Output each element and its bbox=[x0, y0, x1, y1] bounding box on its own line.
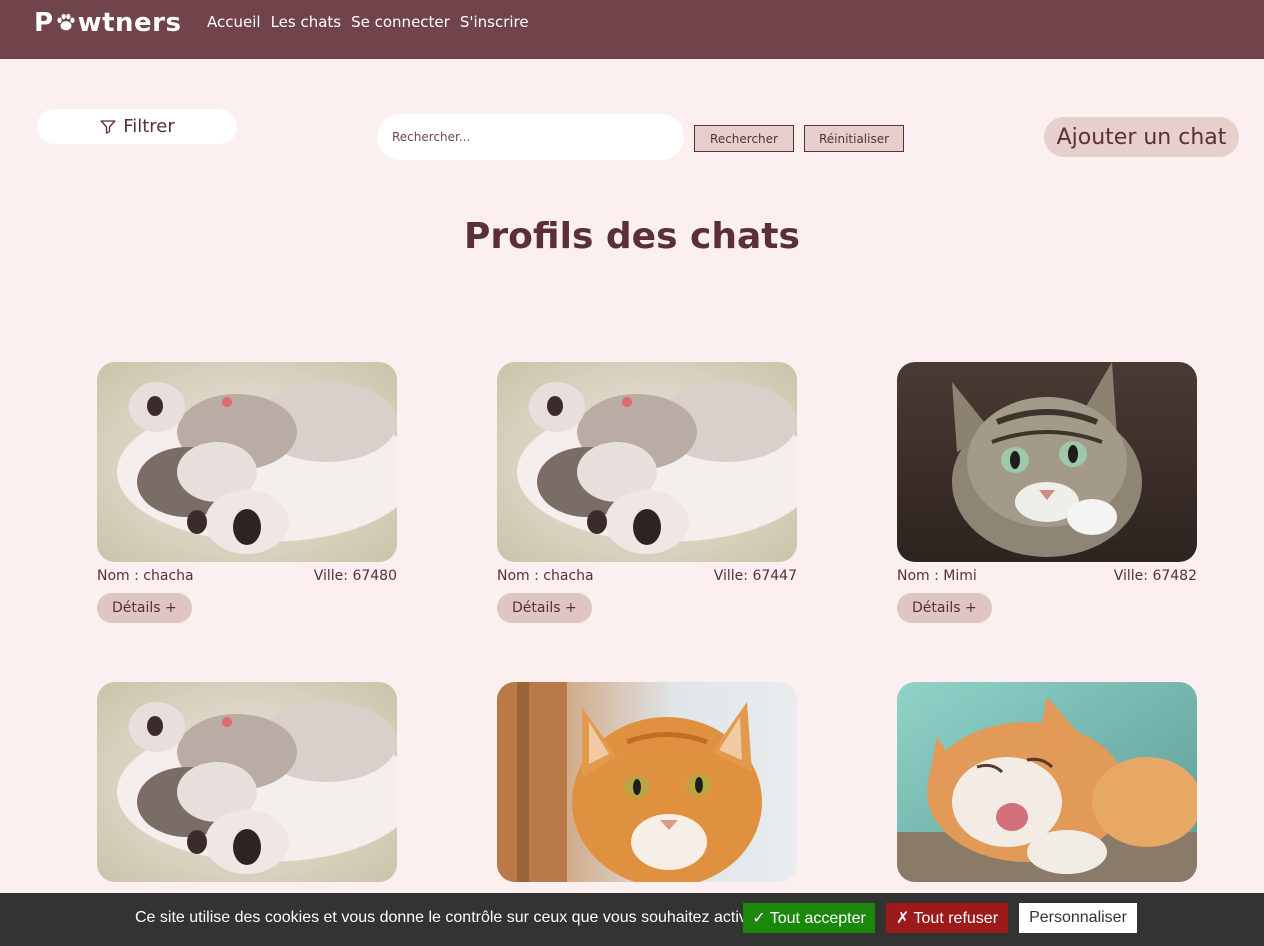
cat-card bbox=[97, 682, 397, 906]
cat-photo-kitten-sleeping[interactable] bbox=[97, 362, 397, 562]
cat-card bbox=[897, 682, 1197, 906]
page-title: Profils des chats bbox=[464, 216, 800, 257]
main-nav: Accueil Les chats Se connecter S'inscrir… bbox=[207, 13, 529, 31]
top-navbar: P wtners Accueil Les chats Se connecter … bbox=[0, 0, 1264, 59]
logo-text: wtners bbox=[77, 8, 182, 38]
nav-link-login[interactable]: Se connecter bbox=[351, 13, 450, 31]
cat-name: Nom : chacha bbox=[497, 568, 594, 584]
paw-icon bbox=[57, 13, 75, 31]
cat-city: Ville: 67447 bbox=[713, 568, 797, 584]
cat-city: Ville: 67482 bbox=[1113, 568, 1197, 584]
cat-photo-orange-cat[interactable] bbox=[497, 682, 797, 882]
cat-card: Nom : chacha Ville: 67480 Détails + bbox=[97, 362, 397, 623]
cat-photo-tabby-cat[interactable] bbox=[897, 362, 1197, 562]
cookie-accept-button[interactable]: ✓ Tout accepter bbox=[743, 903, 875, 933]
cookie-customize-button[interactable]: Personnaliser bbox=[1019, 903, 1137, 933]
filter-label: Filtrer bbox=[123, 116, 175, 137]
cat-photo-orange-cat-yawning[interactable] bbox=[897, 682, 1197, 882]
add-cat-button[interactable]: Ajouter un chat bbox=[1044, 117, 1239, 157]
cat-city: Ville: 67480 bbox=[313, 568, 397, 584]
cat-photo-kitten-sleeping[interactable] bbox=[97, 682, 397, 882]
cat-photo-kitten-sleeping[interactable] bbox=[497, 362, 797, 562]
nav-link-home[interactable]: Accueil bbox=[207, 13, 261, 31]
logo-letter-p: P bbox=[34, 8, 54, 38]
filter-button[interactable]: Filtrer bbox=[37, 109, 237, 144]
details-button[interactable]: Détails + bbox=[897, 593, 992, 623]
details-button[interactable]: Détails + bbox=[497, 593, 592, 623]
nav-link-cats[interactable]: Les chats bbox=[271, 13, 342, 31]
search-input[interactable] bbox=[377, 114, 684, 160]
cookie-banner: Ce site utilise des cookies et vous donn… bbox=[0, 893, 1264, 946]
details-button[interactable]: Détails + bbox=[97, 593, 192, 623]
cat-card: Nom : Mimi Ville: 67482 Détails + bbox=[897, 362, 1197, 623]
cookie-deny-button[interactable]: ✗ Tout refuser bbox=[886, 903, 1008, 933]
cat-name: Nom : Mimi bbox=[897, 568, 977, 584]
cookie-message: Ce site utilise des cookies et vous donn… bbox=[135, 909, 762, 926]
brand-logo[interactable]: P wtners bbox=[34, 8, 181, 38]
funnel-icon bbox=[100, 119, 116, 134]
nav-link-signup[interactable]: S'inscrire bbox=[460, 13, 529, 31]
reset-button[interactable]: Réinitialiser bbox=[804, 125, 904, 152]
cat-card: Nom : chacha Ville: 67447 Détails + bbox=[497, 362, 797, 623]
search-button[interactable]: Rechercher bbox=[694, 125, 794, 152]
cat-card bbox=[497, 682, 797, 906]
cat-name: Nom : chacha bbox=[97, 568, 194, 584]
